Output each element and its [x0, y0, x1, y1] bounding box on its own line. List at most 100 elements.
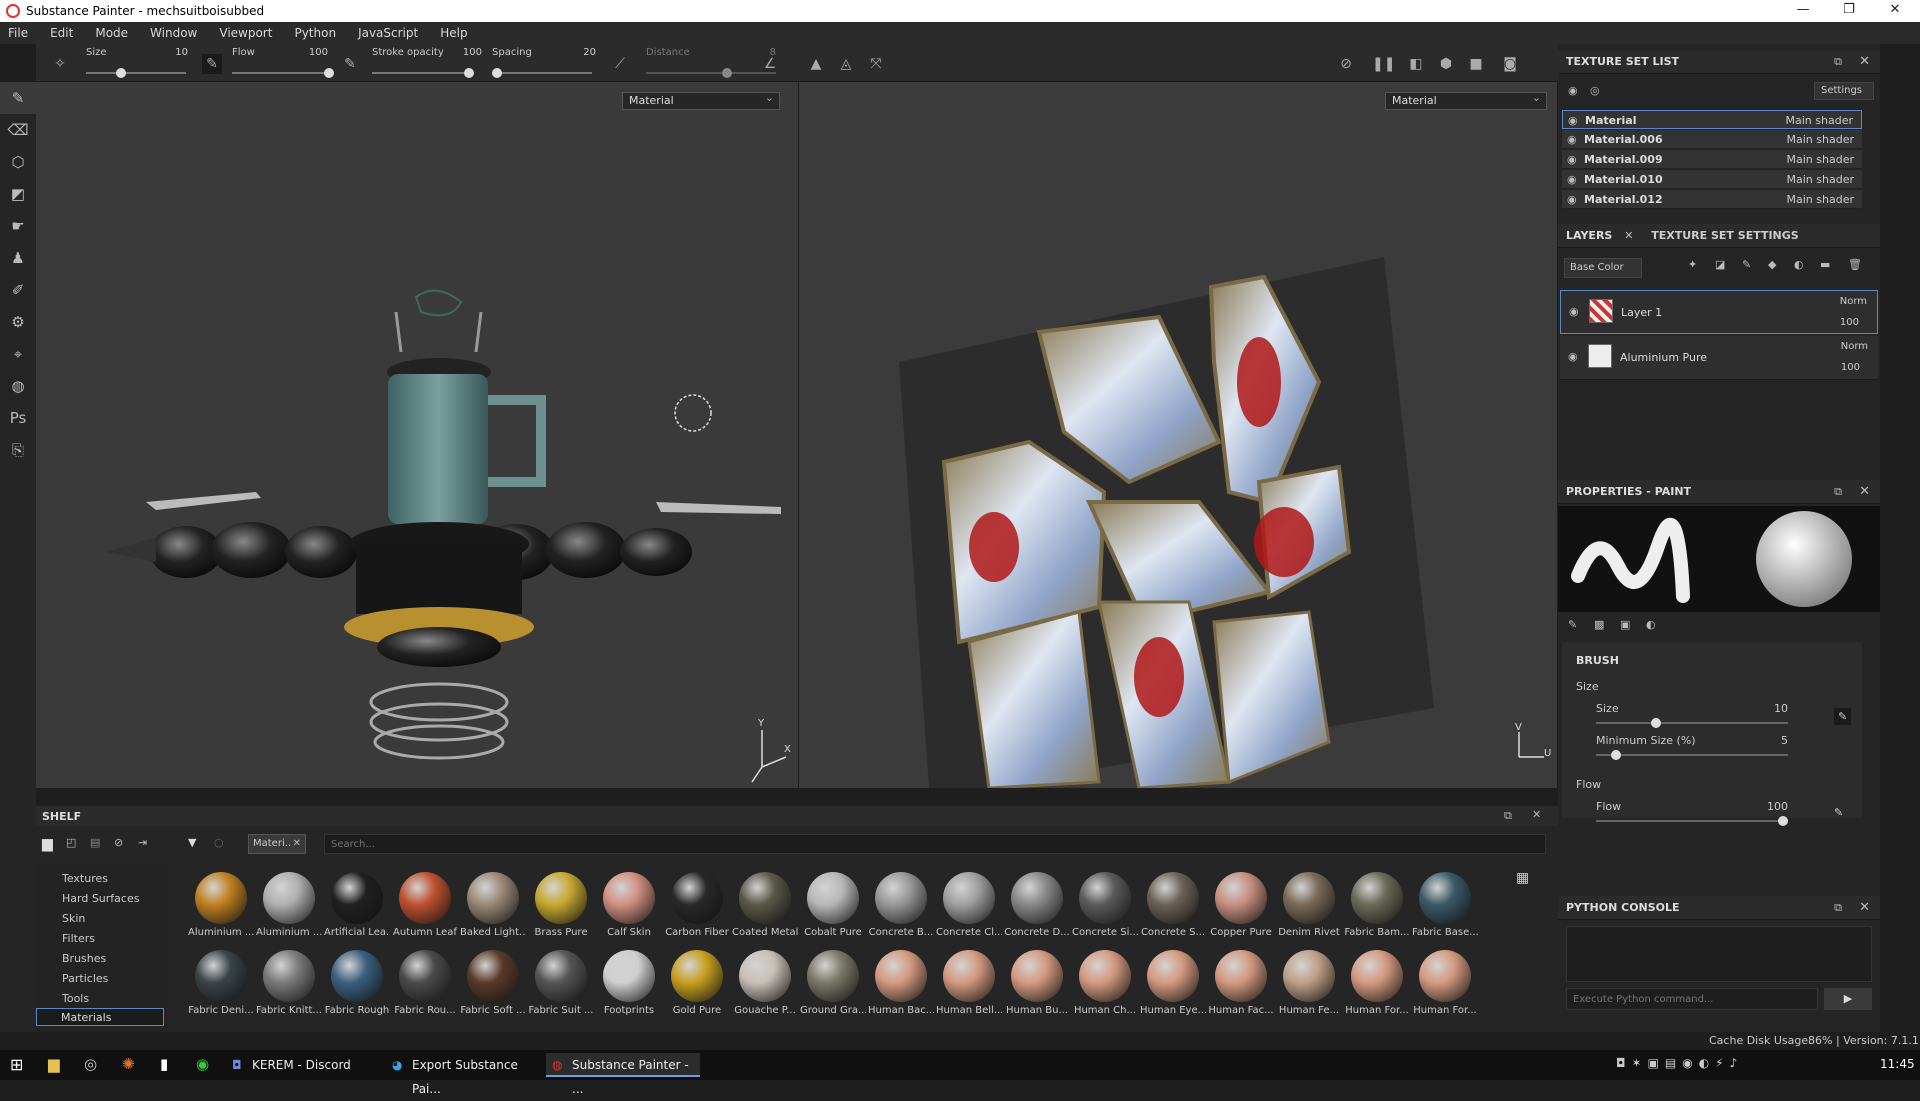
remove-filter-icon[interactable]: ✕ [293, 835, 301, 853]
save-icon[interactable]: ▤ [90, 836, 100, 849]
tab-layers[interactable]: LAYERS [1566, 229, 1612, 242]
settings-dropdown[interactable]: Settings [1814, 82, 1874, 100]
browser-icon[interactable]: ◎ [84, 1055, 97, 1073]
close-button[interactable]: ✕ [1872, 0, 1918, 22]
refresh-icon[interactable]: ○ [214, 836, 224, 849]
viewport-3d[interactable]: Material ⌄ Y X [36, 82, 798, 788]
add-fill-layer-icon[interactable]: ◆ [1768, 258, 1776, 271]
solo-icon[interactable]: ◎ [1590, 84, 1600, 97]
folder-icon[interactable]: ▆ [42, 836, 53, 852]
spacing-slider-knob[interactable] [492, 68, 502, 78]
shelf-category[interactable]: Skin [62, 912, 85, 925]
material-thumbnail[interactable]: Human Ch... [1072, 950, 1138, 1016]
eye-icon[interactable]: ◉ [1567, 190, 1577, 209]
material-thumbnail[interactable]: Human Eye... [1140, 950, 1206, 1016]
spacing-value[interactable]: 20 [566, 47, 596, 58]
material-thumbnail[interactable]: Coated Metal [732, 872, 798, 938]
projection-icon[interactable]: ⬡ [0, 146, 36, 178]
material-thumbnail[interactable]: Artificial Lea... [324, 872, 390, 938]
material-thumbnail[interactable]: Autumn Leaf [392, 872, 458, 938]
close-panel-icon[interactable]: ✕ [1532, 808, 1541, 821]
new-item-icon[interactable]: ◰ [66, 836, 76, 849]
material-thumbnail[interactable]: Fabric Suit ... [528, 950, 594, 1016]
hide-icon[interactable]: ⊘ [1336, 54, 1356, 74]
alpha-tab-icon[interactable]: ▩ [1594, 618, 1604, 631]
material-thumbnail[interactable]: Footprints [596, 950, 662, 1016]
measure-icon[interactable]: ⌖ [0, 338, 36, 370]
taskbar-edge[interactable]: ◕ Export Substance Pai... [386, 1053, 536, 1096]
material-thumbnail[interactable]: Concrete Cl... [936, 872, 1002, 938]
eye-icon[interactable]: ◉ [1567, 150, 1577, 169]
menu-help[interactable]: Help [440, 26, 467, 40]
file-explorer-icon[interactable]: ▆ [48, 1055, 60, 1073]
close-layers-tab-icon[interactable]: ✕ [1624, 229, 1633, 242]
polygon-fill-icon[interactable]: ◩ [0, 178, 36, 210]
run-python-button[interactable]: ▶ [1824, 988, 1872, 1010]
texture-set-row[interactable]: ◉ Material.010 Main shader [1562, 170, 1862, 189]
export-icon[interactable]: ⎘ [0, 434, 36, 466]
minimize-button[interactable]: — [1780, 0, 1826, 22]
mirror-uv-icon[interactable]: ◬ [836, 54, 856, 74]
float-panel-icon[interactable]: ⧉ [1834, 50, 1842, 74]
flow-slider-knob[interactable] [324, 68, 334, 78]
menu-python[interactable]: Python [294, 26, 336, 40]
menu-viewport[interactable]: Viewport [219, 26, 272, 40]
menu-window[interactable]: Window [150, 26, 197, 40]
material-thumbnail[interactable]: Human For... [1344, 950, 1410, 1016]
brush-flow-value[interactable]: 100 [1758, 800, 1788, 813]
material-thumbnail[interactable]: Aluminium ... [256, 872, 322, 938]
layer-opacity[interactable]: 100 [1840, 317, 1859, 328]
angle-icon[interactable]: ∠ [760, 54, 780, 74]
visibility-icon[interactable]: ◉ [1568, 84, 1578, 97]
lazy-mouse-icon[interactable]: ⟋ [610, 54, 630, 74]
layer-row[interactable]: ◉ Layer 1 Norm 100 [1560, 290, 1878, 334]
material-thumbnail[interactable]: Fabric Soft ... [460, 950, 526, 1016]
shelf-category[interactable]: Textures [62, 872, 108, 885]
float-panel-icon[interactable]: ⧉ [1504, 809, 1512, 823]
close-panel-icon[interactable]: ✕ [1859, 50, 1870, 74]
brush-flow-slider-knob[interactable] [1778, 816, 1788, 826]
brush-size-slider[interactable] [1596, 718, 1788, 728]
bake-icon[interactable]: ⚙ [0, 306, 36, 338]
size-slider[interactable] [86, 68, 186, 78]
material-thumbnail[interactable]: Fabric Deni... [188, 950, 254, 1016]
shelf-category[interactable]: Hard Surfaces [62, 892, 139, 905]
material-thumbnail[interactable]: Concrete D... [1004, 872, 1070, 938]
material-thumbnail[interactable]: Human Bu... [1004, 950, 1070, 1016]
eye-icon[interactable]: ◉ [1569, 305, 1579, 318]
material-thumbnail[interactable]: Human Fac... [1208, 950, 1274, 1016]
min-size-slider-knob[interactable] [1610, 750, 1621, 760]
shelf-category[interactable]: Brushes [62, 952, 106, 965]
layer-row[interactable]: ◉ Aluminium Pure Norm 100 [1560, 336, 1878, 380]
material-thumbnail[interactable]: Calf Skin [596, 872, 662, 938]
maximize-button[interactable]: ❐ [1826, 0, 1872, 22]
texture-set-row[interactable]: ◉ Material Main shader [1562, 110, 1862, 129]
python-command-input[interactable] [1566, 988, 1818, 1010]
texture-set-shader[interactable]: Main shader [1787, 190, 1854, 209]
brush-size-slider-knob[interactable] [1650, 718, 1661, 728]
smudge-icon[interactable]: ☛ [0, 210, 36, 242]
menu-edit[interactable]: Edit [50, 26, 73, 40]
flow-pressure-icon[interactable]: ✎ [340, 54, 360, 74]
texture-set-row[interactable]: ◉ Material.009 Main shader [1562, 150, 1862, 169]
tab-texture-set-settings[interactable]: TEXTURE SET SETTINGS [1651, 229, 1798, 242]
texture-set-shader[interactable]: Main shader [1787, 170, 1854, 189]
material-thumbnail[interactable]: Fabric Base... [1412, 872, 1478, 938]
material-thumbnail[interactable]: Human For... [1412, 950, 1478, 1016]
size-slider-knob[interactable] [116, 68, 126, 78]
channel-dropdown[interactable]: Base Color [1564, 258, 1642, 278]
shelf-category[interactable]: Particles [62, 972, 108, 985]
paint-brush-icon[interactable]: ✎ [0, 82, 36, 114]
material-thumbnail[interactable]: Cobalt Pure [800, 872, 866, 938]
material-thumbnail[interactable]: Concrete B... [868, 872, 934, 938]
shelf-category[interactable]: Tools [62, 992, 89, 1005]
material-thumbnail[interactable]: Human Fe... [1276, 950, 1342, 1016]
taskbar-discord[interactable]: ◘ KEREM - Discord [226, 1053, 376, 1077]
eye-icon[interactable]: ◉ [1568, 111, 1578, 130]
eye-icon[interactable]: ◉ [1567, 170, 1577, 189]
material-thumbnail[interactable]: Aluminium ... [188, 872, 254, 938]
add-smart-material-icon[interactable]: ◐ [1794, 258, 1804, 271]
blend-mode-dropdown[interactable]: Norm [1840, 296, 1867, 307]
pause-icon[interactable]: ❚❚ [1372, 54, 1395, 74]
pen-pressure-icon[interactable]: ✎ [202, 54, 222, 74]
